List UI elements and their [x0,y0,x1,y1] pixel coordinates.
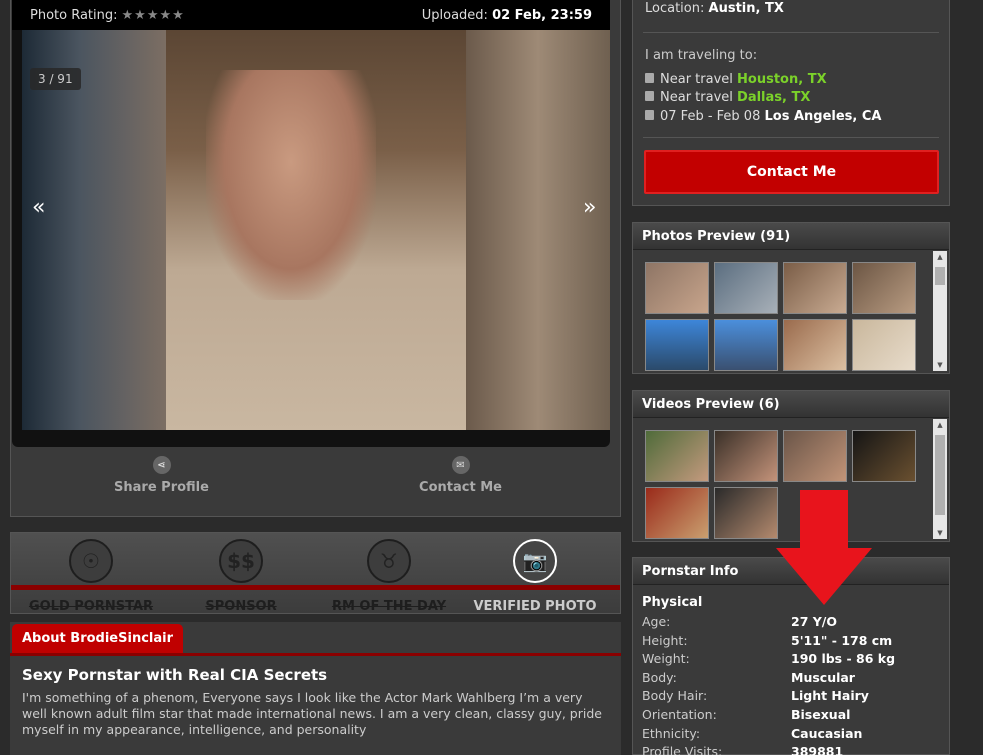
horns-icon: ♉ [367,539,411,583]
travel-item: Near travel Dallas, TX [645,90,810,105]
videos-scrollbar[interactable]: ▲ ▼ [933,419,947,539]
info-row: Height: 5'11" - 178 cm [642,632,893,648]
suitcase-icon [645,91,654,101]
main-photo[interactable] [166,30,466,430]
photos-preview-title: Photos Preview (91) [633,223,949,250]
photos-thumbnails [645,262,919,371]
info-row: Profile Visits: 389881 [642,744,844,755]
info-row: Orientation: Bisexual [642,706,851,722]
scroll-up-icon[interactable]: ▲ [933,253,947,261]
info-row: Body: Muscular [642,669,855,685]
info-rows: Physical Age: 27 Y/O Height: 5'11" - 178 c… [642,595,895,755]
scroll-up-icon[interactable]: ▲ [933,421,947,429]
profile-actions: ⋖ Share Profile ✉ Contact Me [12,452,610,502]
contact-me-link[interactable]: ✉ Contact Me [311,452,610,502]
photo-thumbnail[interactable] [852,262,916,314]
envelope-icon: ✉ [451,456,470,474]
about-text: I'm something of a phenom, Everyone says… [22,690,602,737]
prev-photo-preview[interactable] [22,30,166,430]
badges-bar: ☉ GOLD PORNSTAR $$ SPONSOR ♉ RM OF THE D… [10,532,621,614]
location-panel: Location: Austin, TX I am traveling to: … [632,0,950,206]
scroll-thumb[interactable] [935,267,945,285]
photo-viewer[interactable]: 3 / 91 [12,30,610,447]
video-thumbnail[interactable] [852,430,916,482]
next-photo-arrow-icon[interactable]: » [583,195,596,220]
video-thumbnail[interactable] [645,487,709,539]
info-row: Age: 27 Y/O [642,614,837,629]
about-title: Sexy Pornstar with Real CIA Secrets [22,666,328,684]
info-row: Body Hair: Light Hairy [642,688,869,704]
videos-preview-title: Videos Preview (6) [633,391,949,418]
photo-thumbnail[interactable] [783,262,847,314]
photo-thumbnail[interactable] [645,262,709,314]
badge-sponsor: $$ SPONSOR [171,539,311,614]
info-row: Weight: 190 lbs - 86 kg [642,651,896,667]
prev-photo-arrow-icon[interactable]: « [32,195,45,220]
photo-thumbnail[interactable] [714,319,778,371]
badge-rm-of-the-day: ♉ RM OF THE DAY [319,539,459,614]
scroll-down-icon[interactable]: ▼ [933,361,947,369]
camera-icon: 📷 [513,539,557,583]
next-photo-preview[interactable] [466,30,610,430]
info-row: Ethnicity: Caucasian [642,725,863,741]
suitcase-icon [645,110,654,120]
photo-counter: 3 / 91 [30,68,81,90]
travel-item: Near travel Houston, TX [645,72,827,87]
about-tabbar: About BrodieSinclair [10,622,621,656]
suitcase-icon [645,73,654,83]
rating-stars[interactable]: ★★★★★ [122,8,185,23]
photo-rating: Photo Rating: ★★★★★ [30,7,185,23]
share-icon: ⋖ [152,456,171,474]
dollar-icon: $$ [219,539,263,583]
divider [643,32,939,33]
video-thumbnail[interactable] [714,487,778,539]
video-thumbnail[interactable] [645,430,709,482]
photo-thumbnail[interactable] [852,319,916,371]
photo-subject [206,70,376,300]
video-thumbnail[interactable] [783,430,847,482]
share-profile-button[interactable]: ⋖ Share Profile [12,452,311,502]
about-section: Sexy Pornstar with Real CIA Secrets I'm … [10,656,621,755]
medal-icon: ☉ [69,539,113,583]
photos-scrollbar[interactable]: ▲ ▼ [933,251,947,371]
travel-title: I am traveling to: [645,48,758,63]
video-thumbnail[interactable] [714,430,778,482]
red-arrow-annotation-icon [776,490,872,605]
divider [643,137,939,138]
badge-verified-photo: 📷 VERIFIED PHOTO [465,539,605,614]
scroll-down-icon[interactable]: ▼ [933,529,947,537]
travel-item: 07 Feb - Feb 08 Los Angeles, CA [645,109,881,124]
scroll-thumb[interactable] [935,435,945,515]
tab-about[interactable]: About BrodieSinclair [12,624,183,653]
badge-gold-pornstar: ☉ GOLD PORNSTAR [21,539,161,614]
photo-thumbnail[interactable] [783,319,847,371]
contact-me-button[interactable]: Contact Me [644,150,939,194]
photo-thumbnail[interactable] [645,319,709,371]
photo-thumbnail[interactable] [714,262,778,314]
photos-preview-panel: Photos Preview (91) ▲ ▼ [632,222,950,374]
photo-header: Photo Rating: ★★★★★ Uploaded: 02 Feb, 23:… [12,0,610,30]
location-line: Location: Austin, TX [645,1,784,16]
upload-date: Uploaded: 02 Feb, 23:59 [421,7,592,23]
